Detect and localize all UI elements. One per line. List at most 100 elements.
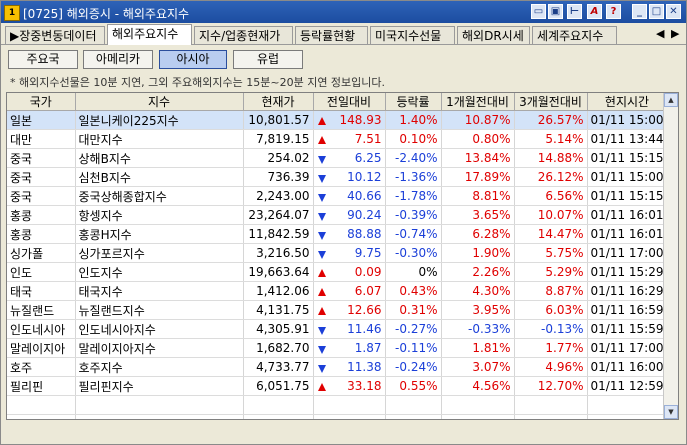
table-row[interactable]: 필리핀 필리핀지수 6,051.75 33.18 0.55% 4.56% 12.70% 01/… (7, 376, 668, 396)
cell-index: 일본니케이225지수 (75, 110, 244, 130)
tab-scroll-left-icon[interactable]: ◀ (656, 27, 664, 40)
cell-3month: 12.70% (514, 376, 588, 396)
col-country[interactable]: 국가 (7, 93, 76, 111)
change-value: 9.75 (354, 246, 382, 260)
tab-world-indices[interactable]: 세계주요지수 (532, 26, 617, 44)
table-row[interactable]: 뉴질랜드 뉴질랜드지수 4,131.75 12.66 0.31% 3.95% 6.03% 01… (7, 300, 668, 320)
empty-row (7, 414, 668, 419)
cell-change: 6.07 (313, 281, 386, 301)
cell-local-time: 01/11 16:29 (587, 281, 668, 301)
down-triangle-icon (317, 327, 326, 335)
down-triangle-icon (317, 156, 326, 164)
tab-overseas-indices[interactable]: 해외주요지수 (107, 24, 192, 45)
table-row[interactable]: 홍콩 항셍지수 23,264.07 90.24 -0.39% 3.65% 10.07% 01/… (7, 205, 668, 225)
cell-3month: 26.57% (514, 110, 588, 130)
cell-price: 254.02 (243, 148, 314, 168)
col-index[interactable]: 지수 (75, 93, 244, 111)
tab-us-futures[interactable]: 미국지수선물 (370, 26, 455, 44)
title-bar[interactable]: 1 [0725] 해외증시 - 해외주요지수 ▭ ▣ ⊢ A ? _ □ ✕ (1, 1, 686, 23)
col-rate[interactable]: 등락률 (385, 93, 442, 111)
col-1month[interactable]: 1개월전대비 (441, 93, 515, 111)
cell-1month: 1.81% (441, 338, 515, 358)
tab-change-rate[interactable]: 등락률현황 (295, 26, 368, 44)
table-row[interactable]: 호주 호주지수 4,733.77 11.38 -0.24% 3.07% 4.96% 01/11… (7, 357, 668, 377)
cell-local-time: 01/11 15:15 (587, 186, 668, 206)
table-row[interactable]: 태국 태국지수 1,412.06 6.07 0.43% 4.30% 8.87% 01/11 1… (7, 281, 668, 301)
tab-intraday[interactable]: ▶장중변동데이터 (5, 26, 105, 44)
cell-change: 10.12 (313, 167, 386, 187)
cell-price: 4,733.77 (243, 357, 314, 377)
cell-country: 인도네시아 (7, 319, 76, 339)
close-icon[interactable]: ✕ (666, 4, 681, 19)
tab-index-price[interactable]: 지수/업종현재가 (194, 26, 293, 44)
table-row[interactable]: 중국 심천B지수 736.39 10.12 -1.36% 17.89% 26.12% 01/1… (7, 167, 668, 187)
cell-country: 필리핀 (7, 376, 76, 396)
cell-1month: 6.28% (441, 224, 515, 244)
cell-price: 7,819.15 (243, 129, 314, 149)
table-row[interactable]: 중국 중국상해종합지수 2,243.00 40.66 -1.78% 8.81% 6.56% 0… (7, 186, 668, 206)
cell-price: 1,682.70 (243, 338, 314, 358)
change-value: 88.88 (347, 227, 382, 241)
col-local-time[interactable]: 현지시간 (587, 93, 668, 111)
cell-1month: 3.07% (441, 357, 515, 377)
tab-scroll-right-icon[interactable]: ▶ (671, 27, 679, 40)
table-row[interactable]: 홍콩 홍콩H지수 11,842.59 88.88 -0.74% 6.28% 14.47% 01… (7, 224, 668, 244)
cell-price: 736.39 (243, 167, 314, 187)
vertical-scrollbar[interactable]: ▲ ▼ (663, 93, 678, 419)
region-europe-button[interactable]: 유럽 (233, 50, 303, 69)
help-icon[interactable]: ? (606, 4, 621, 19)
cell-local-time: 01/11 15:59 (587, 319, 668, 339)
cell-3month: 5.75% (514, 243, 588, 263)
tab-dr-quotes[interactable]: 해외DR시세 (457, 26, 530, 44)
cell-1month: -0.33% (441, 319, 515, 339)
maximize-icon[interactable]: □ (649, 4, 664, 19)
cell-country: 대만 (7, 129, 76, 149)
empty-cell (313, 395, 386, 415)
col-change[interactable]: 전일대비 (313, 93, 386, 111)
window2-icon[interactable]: ▣ (548, 4, 563, 19)
table-row[interactable]: 싱가폴 싱가포르지수 3,216.50 9.75 -0.30% 1.90% 5.75% 01/… (7, 243, 668, 263)
cell-rate: -1.36% (385, 167, 442, 187)
table-row[interactable]: 일본 일본니케이225지수 10,801.57 148.93 1.40% 10.87% 26… (7, 110, 668, 130)
cell-country: 홍콩 (7, 224, 76, 244)
table-row[interactable]: 말레이지아 말레이지아지수 1,682.70 1.87 -0.11% 1.81% 1.77%… (7, 338, 668, 358)
down-triangle-icon (317, 346, 326, 354)
font-icon[interactable]: A (587, 4, 602, 19)
region-america-button[interactable]: 아메리카 (83, 50, 153, 69)
table-row[interactable]: 중국 상해B지수 254.02 6.25 -2.40% 13.84% 14.88% 01/11… (7, 148, 668, 168)
table-row[interactable]: 인도 인도지수 19,663.64 0.09 0% 2.26% 5.29% 01/11 15:… (7, 262, 668, 282)
table-row[interactable]: 인도네시아 인도네시아지수 4,305.91 11.46 -0.27% -0.33% -0.… (7, 319, 668, 339)
change-value: 12.66 (347, 303, 382, 317)
up-triangle-icon (317, 269, 326, 277)
region-major-button[interactable]: 주요국 (8, 50, 78, 69)
col-3month[interactable]: 3개월전대비 (514, 93, 588, 111)
cell-country: 중국 (7, 186, 76, 206)
cell-index: 싱가포르지수 (75, 243, 244, 263)
change-value: 90.24 (347, 208, 382, 222)
cell-index: 태국지수 (75, 281, 244, 301)
empty-cell (75, 395, 244, 415)
cell-1month: 8.81% (441, 186, 515, 206)
cell-1month: 1.90% (441, 243, 515, 263)
empty-cell (7, 414, 76, 419)
up-triangle-icon (317, 307, 326, 315)
scroll-down-icon[interactable]: ▼ (664, 405, 678, 419)
cell-index: 인도지수 (75, 262, 244, 282)
down-triangle-icon (317, 232, 326, 240)
change-value: 40.66 (347, 189, 382, 203)
col-price[interactable]: 현재가 (243, 93, 314, 111)
minimize-icon[interactable]: _ (632, 4, 647, 19)
cell-country: 중국 (7, 148, 76, 168)
empty-cell (587, 395, 668, 415)
region-asia-button[interactable]: 아시아 (159, 50, 227, 69)
delay-notice: * 해외지수선물은 10분 지연, 그외 주요해외지수는 15분~20분 지연 … (10, 76, 386, 89)
cell-country: 태국 (7, 281, 76, 301)
scroll-up-icon[interactable]: ▲ (664, 93, 678, 107)
cell-3month: 5.29% (514, 262, 588, 282)
table-row[interactable]: 대만 대만지수 7,819.15 7.51 0.10% 0.80% 5.14% 01/11 1… (7, 129, 668, 149)
window-icon[interactable]: ▭ (531, 4, 546, 19)
pin-icon[interactable]: ⊢ (567, 4, 582, 19)
cell-change: 148.93 (313, 110, 386, 130)
cell-country: 뉴질랜드 (7, 300, 76, 320)
cell-local-time: 01/11 16:01 (587, 205, 668, 225)
